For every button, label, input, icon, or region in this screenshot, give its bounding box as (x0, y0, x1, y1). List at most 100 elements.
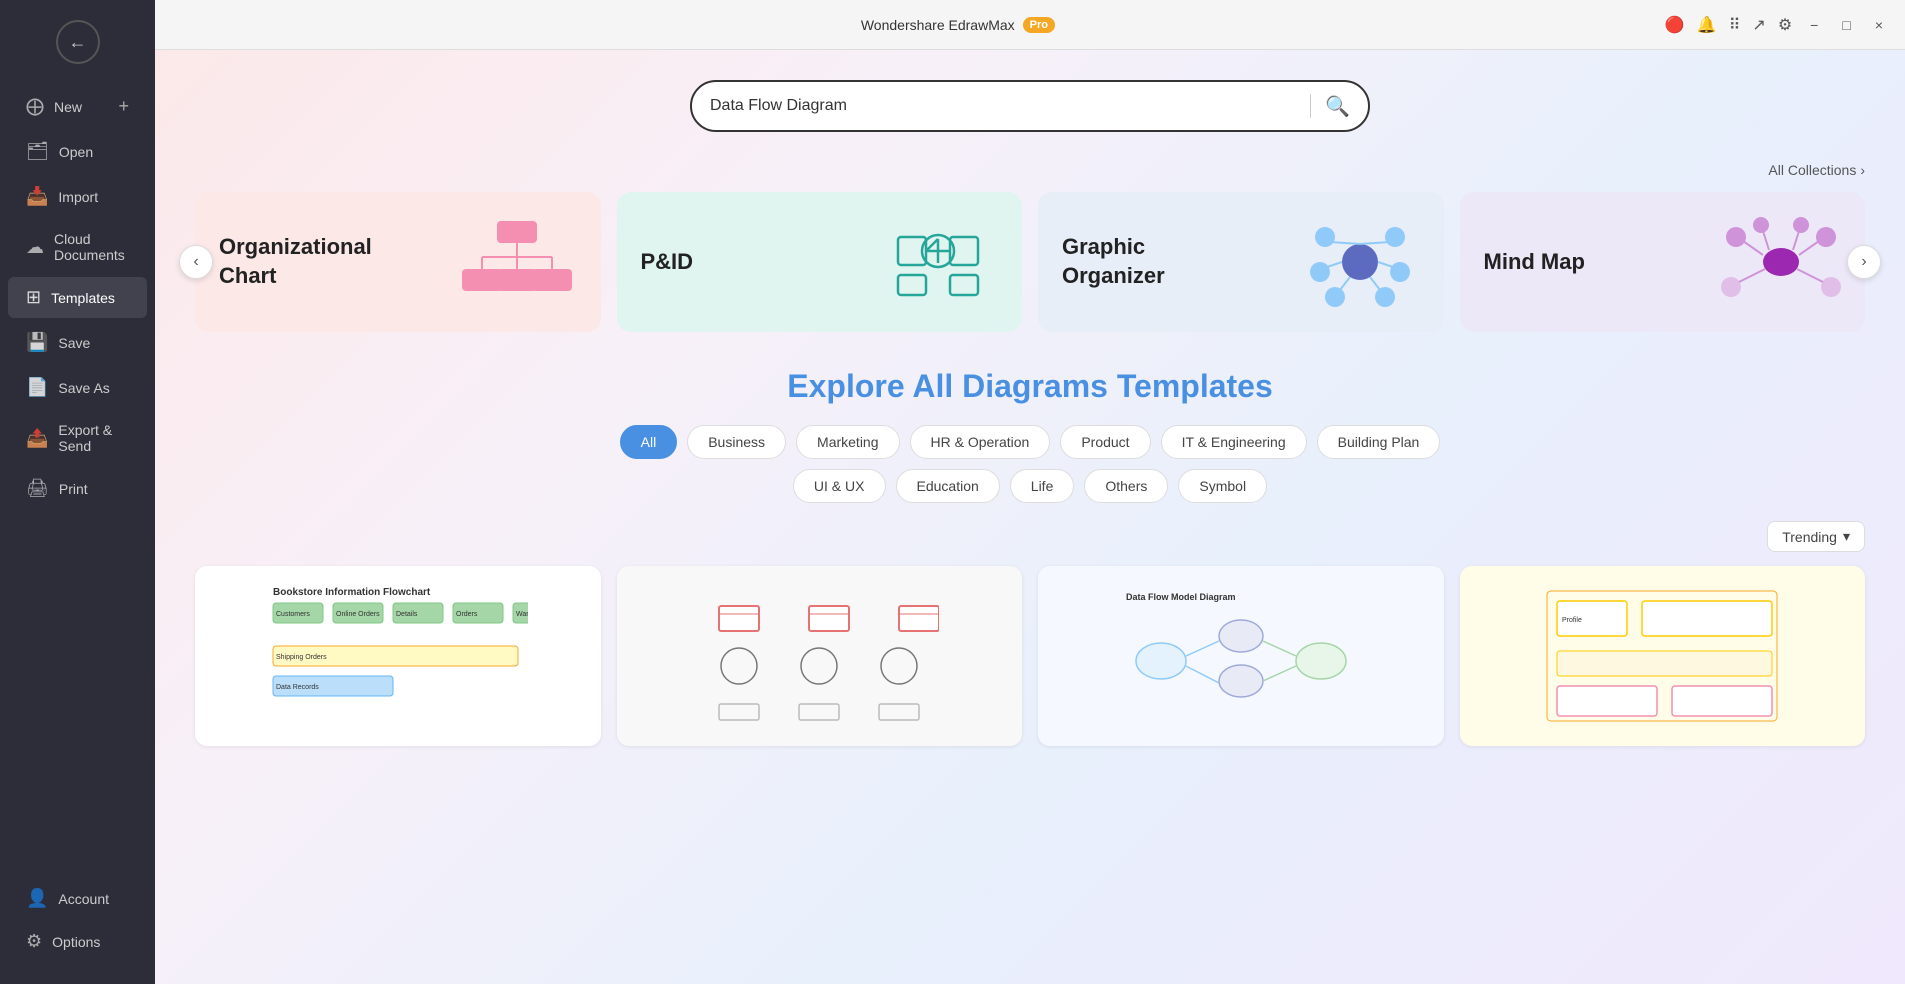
titlebar-center: Wondershare EdrawMax Pro (861, 17, 1055, 33)
org-chart-image (457, 212, 577, 312)
new-plus-icon: + (118, 96, 129, 117)
back-icon: ← (69, 32, 87, 53)
filter-life[interactable]: Life (1010, 469, 1075, 503)
filter-product[interactable]: Product (1060, 425, 1150, 459)
filter-pills-row2: UI & UX Education Life Others Symbol (195, 469, 1865, 503)
sidebar-item-save-as[interactable]: 📄 Save As (8, 367, 147, 408)
sidebar-item-label: Print (59, 481, 88, 497)
filter-hr[interactable]: HR & Operation (910, 425, 1051, 459)
filter-it[interactable]: IT & Engineering (1161, 425, 1307, 459)
titlebar: Wondershare EdrawMax Pro 🔴 🔔 ⠿ ↗ ⚙ − □ × (155, 0, 1905, 50)
svg-text:Customers: Customers (276, 611, 310, 618)
sidebar-item-label: New (54, 99, 82, 115)
bell-icon[interactable]: 🔔 (1697, 15, 1717, 35)
sidebar-item-export[interactable]: 📤 Export & Send (8, 412, 147, 464)
content-area: 🔍 All Collections › ‹ Organizational Cha… (155, 50, 1905, 984)
cloud-icon: ☁ (26, 237, 44, 258)
new-icon: ⨁ (26, 96, 44, 117)
print-icon: 🖨 (26, 478, 49, 499)
help-icon[interactable]: 🔴 (1665, 15, 1685, 35)
template-card-inner: Bookstore Information Flowchart Customer… (195, 566, 601, 746)
sidebar-item-label: Options (52, 934, 100, 950)
filter-all[interactable]: All (620, 425, 678, 459)
mind-map-title: Mind Map (1484, 248, 1585, 277)
import-icon: 📥 (26, 186, 48, 207)
explore-title: Explore All Diagrams Templates (195, 368, 1865, 405)
mind-map-image (1721, 212, 1841, 312)
apps-icon[interactable]: ⠿ (1729, 15, 1741, 35)
sort-wrap: Trending ▾ (195, 521, 1865, 552)
template-grid: Bookstore Information Flowchart Customer… (195, 566, 1865, 746)
org-chart-title: Organizational Chart (219, 233, 379, 290)
main-content: Wondershare EdrawMax Pro 🔴 🔔 ⠿ ↗ ⚙ − □ ×… (155, 0, 1905, 984)
app-title: Wondershare EdrawMax (861, 17, 1015, 33)
search-input[interactable] (710, 97, 1296, 115)
sidebar-item-save[interactable]: 💾 Save (8, 322, 147, 363)
template-card-bookstore[interactable]: Bookstore Information Flowchart Customer… (195, 566, 601, 746)
sidebar-item-templates[interactable]: ⊞ Templates (8, 277, 147, 318)
pid-title: P&ID (641, 248, 694, 277)
svg-text:Data Flow Model Diagram: Data Flow Model Diagram (1126, 592, 1236, 602)
carousel-card-org-chart[interactable]: Organizational Chart (195, 192, 601, 332)
carousel-next-button[interactable]: › (1847, 245, 1881, 279)
template-card-inner: Profile (1460, 566, 1866, 746)
sidebar-item-label: Account (58, 891, 109, 907)
template-card-dfm[interactable]: Data Flow Model Diagram (1038, 566, 1444, 746)
sort-dropdown[interactable]: Trending ▾ (1767, 521, 1865, 552)
filter-building[interactable]: Building Plan (1317, 425, 1441, 459)
settings-icon[interactable]: ⚙ (1778, 15, 1792, 35)
filter-others[interactable]: Others (1084, 469, 1168, 503)
share-icon[interactable]: ↗ (1752, 15, 1765, 35)
search-icon[interactable]: 🔍 (1325, 94, 1350, 119)
all-collections-button[interactable]: All Collections › (1768, 162, 1865, 178)
carousel-card-mind-map[interactable]: Mind Map (1460, 192, 1866, 332)
svg-text:Orders: Orders (456, 611, 478, 618)
template-card-misc[interactable]: Profile (1460, 566, 1866, 746)
template-card-inner (617, 566, 1023, 746)
sidebar-item-label: Import (58, 189, 98, 205)
template-card-dfd[interactable] (617, 566, 1023, 746)
account-icon: 👤 (26, 888, 48, 909)
minimize-button[interactable]: − (1804, 15, 1824, 35)
back-button[interactable]: ← (56, 20, 100, 64)
filter-education[interactable]: Education (896, 469, 1000, 503)
close-button[interactable]: × (1869, 15, 1889, 35)
sidebar-item-new[interactable]: ⨁ New + (8, 86, 147, 127)
sidebar-item-options[interactable]: ⚙ Options (8, 921, 147, 962)
sidebar-item-label: Save As (58, 380, 109, 396)
carousel-prev-button[interactable]: ‹ (179, 245, 213, 279)
svg-text:Details: Details (396, 611, 418, 618)
filter-business[interactable]: Business (687, 425, 786, 459)
svg-text:Profile: Profile (1562, 617, 1582, 624)
filter-pills-row1: All Business Marketing HR & Operation Pr… (195, 425, 1865, 459)
sidebar-item-label: Save (58, 335, 90, 351)
sidebar: ← ⨁ New + 🗂 Open 📥 Import ☁ Cloud Docume… (0, 0, 155, 984)
sidebar-item-account[interactable]: 👤 Account (8, 878, 147, 919)
sidebar-item-label: Cloud Documents (54, 231, 129, 263)
carousel-card-graphic-organizer[interactable]: Graphic Organizer (1038, 192, 1444, 332)
options-icon: ⚙ (26, 931, 42, 952)
sidebar-item-print[interactable]: 🖨 Print (8, 468, 147, 509)
graphic-organizer-image (1300, 212, 1420, 312)
sort-label: Trending (1782, 529, 1837, 545)
sidebar-item-import[interactable]: 📥 Import (8, 176, 147, 217)
section-header: All Collections › (195, 162, 1865, 178)
open-icon: 🗂 (26, 141, 49, 162)
all-collections-label: All Collections (1768, 162, 1856, 178)
svg-text:Bookstore Information Flowchar: Bookstore Information Flowchart (273, 587, 431, 598)
pid-image (878, 212, 998, 312)
filter-marketing[interactable]: Marketing (796, 425, 899, 459)
carousel-card-pid[interactable]: P&ID (617, 192, 1023, 332)
filter-symbol[interactable]: Symbol (1178, 469, 1267, 503)
filter-ui[interactable]: UI & UX (793, 469, 886, 503)
maximize-button[interactable]: □ (1836, 15, 1856, 35)
save-as-icon: 📄 (26, 377, 48, 398)
svg-text:Online Orders: Online Orders (336, 611, 380, 618)
explore-highlight: All Diagrams Templates (912, 368, 1272, 404)
search-divider (1310, 94, 1311, 118)
sidebar-item-label: Templates (51, 290, 115, 306)
sidebar-item-cloud[interactable]: ☁ Cloud Documents (8, 221, 147, 273)
svg-text:Shipping Orders: Shipping Orders (276, 654, 327, 661)
sidebar-item-open[interactable]: 🗂 Open (8, 131, 147, 172)
explore-prefix: Explore (787, 368, 904, 404)
